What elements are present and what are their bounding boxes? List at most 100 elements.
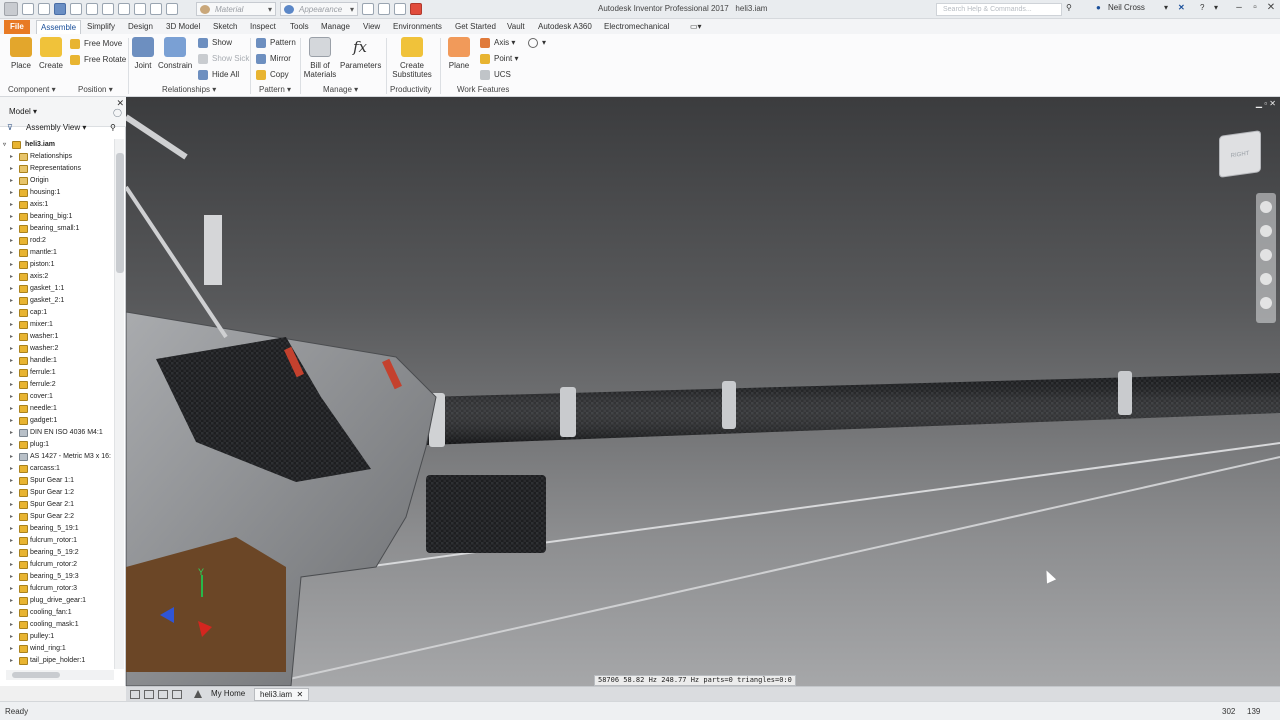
home-icon[interactable] (194, 690, 202, 698)
redo-icon[interactable] (86, 3, 98, 15)
home-icon[interactable] (102, 3, 114, 15)
expand-icon[interactable]: ▸ (10, 547, 13, 559)
cascade-icon[interactable] (144, 690, 154, 699)
panel-pattern[interactable]: Pattern ▾ (259, 85, 291, 94)
ribbon-more-button[interactable]: ▾ (528, 37, 546, 49)
constrain-button[interactable]: Constrain (158, 37, 192, 70)
update-icon[interactable] (150, 3, 162, 15)
panel-component[interactable]: Component ▾ (8, 85, 56, 94)
tree-item[interactable]: ▸ Spur Gear 1:1 (0, 475, 114, 487)
material-picker-icon[interactable] (166, 3, 178, 15)
steering-wheel-icon[interactable] (1260, 201, 1272, 213)
tab-design[interactable]: Design (124, 20, 157, 34)
tree-item[interactable]: ▸ gasket_2:1 (0, 295, 114, 307)
tree-item[interactable]: ▸ cover:1 (0, 391, 114, 403)
assembly-view-dropdown[interactable]: Assembly View ▾ (26, 123, 86, 132)
tree-item[interactable]: ▸ bearing_5_19:3 (0, 571, 114, 583)
help-icon[interactable]: ? (1200, 3, 1204, 12)
pan-icon[interactable] (1260, 225, 1272, 237)
close-icon[interactable]: ✕ (296, 690, 303, 699)
point-button[interactable]: Point ▾ (480, 53, 518, 65)
tab-my-home[interactable]: My Home (206, 688, 250, 701)
zoom-icon[interactable] (1260, 249, 1272, 261)
tab-sketch[interactable]: Sketch (209, 20, 241, 34)
expand-icon[interactable]: ▸ (10, 379, 13, 391)
create-substitutes-button[interactable]: Create Substitutes (390, 37, 434, 79)
tree-item[interactable]: ▸ wind_ring:1 (0, 643, 114, 655)
return-icon[interactable] (118, 3, 130, 15)
expand-icon[interactable]: ▸ (10, 331, 13, 343)
expand-icon[interactable]: ▸ (10, 295, 13, 307)
expand-icon[interactable]: ▸ (10, 655, 13, 667)
viewport-window-controls[interactable]: ▁ ▫ ✕ (1256, 99, 1276, 108)
tree-item[interactable]: ▸ cooling_mask:1 (0, 619, 114, 631)
ucs-button[interactable]: UCS (480, 69, 511, 81)
expand-icon[interactable]: ▸ (10, 583, 13, 595)
minimize-icon[interactable]: – (1232, 2, 1246, 13)
exchange-icon[interactable]: ✕ (1178, 3, 1185, 12)
expand-icon[interactable]: ▸ (10, 463, 13, 475)
expand-icon[interactable]: ▸ (10, 175, 13, 187)
free-rotate-button[interactable]: Free Rotate (70, 54, 126, 66)
fx-icon[interactable] (394, 3, 406, 15)
tree-item[interactable]: ▸ Spur Gear 1:2 (0, 487, 114, 499)
expand-icon[interactable]: ▸ (10, 451, 13, 463)
inventor-logo-icon[interactable] (4, 2, 18, 16)
viewcube[interactable]: RIGHT (1219, 130, 1261, 178)
show-button[interactable]: Show (198, 37, 232, 49)
parameters-button[interactable]: fx Parameters (340, 37, 381, 70)
look-at-icon[interactable] (1260, 297, 1272, 309)
tree-item[interactable]: ▸ bearing_5_19:1 (0, 523, 114, 535)
tab-heli3[interactable]: heli3.iam ✕ (254, 688, 310, 701)
tree-item[interactable]: ▸ carcass:1 (0, 463, 114, 475)
tab-file[interactable]: File (4, 20, 30, 34)
tab-3d-model[interactable]: 3D Model (162, 20, 204, 34)
tree-item[interactable]: ▸ cap:1 (0, 307, 114, 319)
expand-icon[interactable]: ▸ (10, 343, 13, 355)
browser-hscrollbar[interactable] (6, 670, 114, 680)
arrange-icon[interactable] (158, 690, 168, 699)
copy-button[interactable]: Copy (256, 69, 289, 81)
chevron-down-icon[interactable]: ▾ (1164, 3, 1168, 12)
open-icon[interactable] (38, 3, 50, 15)
tree-item[interactable]: ▸ washer:1 (0, 331, 114, 343)
tab-vault[interactable]: Vault (503, 20, 529, 34)
tree-item[interactable]: ▸ DIN EN ISO 4036 M4:1 (0, 427, 114, 439)
mirror-button[interactable]: Mirror (256, 53, 291, 65)
tree-item[interactable]: ▸ washer:2 (0, 343, 114, 355)
tab-electromechanical[interactable]: Electromechanical (600, 20, 673, 34)
tab-inspect[interactable]: Inspect (246, 20, 280, 34)
expand-icon[interactable]: ▸ (10, 415, 13, 427)
expand-icon[interactable]: ▸ (10, 151, 13, 163)
expand-icon[interactable]: ▸ (10, 631, 13, 643)
tree-item[interactable]: ▸ AS 1427 - Metric M3 x 16: (0, 451, 114, 463)
tree-item[interactable]: ▸ housing:1 (0, 187, 114, 199)
tree-item[interactable]: ▸ plug:1 (0, 439, 114, 451)
binoculars-icon[interactable]: ⚲ (1066, 3, 1072, 12)
expand-icon[interactable]: ▸ (10, 403, 13, 415)
tree-item[interactable]: ▸ Spur Gear 2:1 (0, 499, 114, 511)
expand-icon[interactable]: ▸ (10, 223, 13, 235)
tree-item[interactable]: ▸ axis:1 (0, 199, 114, 211)
maximize-icon[interactable]: ▫ (1248, 2, 1262, 13)
expand-icon[interactable]: ▸ (10, 259, 13, 271)
orbit-icon[interactable] (1260, 273, 1272, 285)
expand-icon[interactable]: ▸ (10, 187, 13, 199)
ribbon-options-icon[interactable]: ▭▾ (686, 20, 706, 34)
create-button[interactable]: Create (38, 37, 64, 70)
browser-hscroll-thumb[interactable] (12, 672, 60, 678)
panel-manage[interactable]: Manage ▾ (323, 85, 358, 94)
tab-view[interactable]: View (359, 20, 384, 34)
free-move-button[interactable]: Free Move (70, 38, 122, 50)
expand-icon[interactable]: ▸ (10, 283, 13, 295)
expand-icon[interactable]: ▸ (10, 619, 13, 631)
tree-item[interactable]: ▸ mixer:1 (0, 319, 114, 331)
expand-icon[interactable]: ▸ (10, 571, 13, 583)
tree-item[interactable]: ▸ mantle:1 (0, 247, 114, 259)
tree-item[interactable]: ▸ ferrule:2 (0, 379, 114, 391)
bill-of-materials-button[interactable]: Bill of Materials (302, 37, 338, 79)
tree-root[interactable]: ▿ heli3.iam (0, 139, 114, 151)
tab-environments[interactable]: Environments (389, 20, 446, 34)
user-name[interactable]: Neil Cross (1108, 3, 1145, 12)
tree-item[interactable]: ▸ ferrule:1 (0, 367, 114, 379)
